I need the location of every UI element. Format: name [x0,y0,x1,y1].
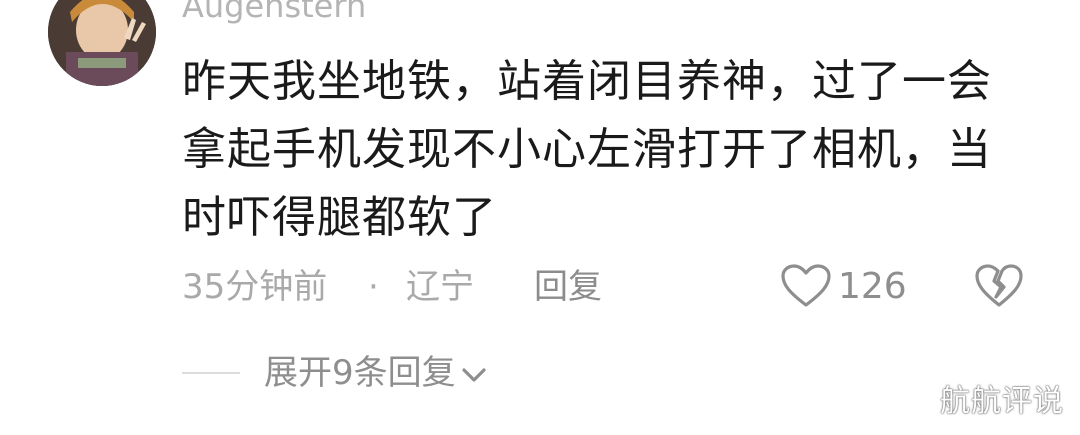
avatar-photo [48,0,156,86]
comment-location: 辽宁 [406,267,474,307]
expand-replies-button[interactable]: 展开9条回复 [264,348,488,398]
replies-divider [182,372,240,374]
avatar[interactable] [48,0,156,86]
watermark: 航航评说 [940,384,1064,419]
broken-heart-icon[interactable] [974,263,1024,309]
reply-button[interactable]: 回复 [534,262,602,312]
chevron-down-icon [462,367,486,382]
expand-replies-label: 展开9条回复 [264,353,456,393]
like-count: 126 [838,266,907,307]
separator-dot: · [368,267,379,307]
comment-text: 昨天我坐地铁，站着闭目养神，过了一会拿起手机发现不小心左滑打开了相机，当时吓得腿… [182,56,992,243]
heart-outline-icon[interactable] [780,263,832,309]
username[interactable]: Augenstern [182,0,366,26]
comment-time: 35分钟前 [182,267,328,307]
